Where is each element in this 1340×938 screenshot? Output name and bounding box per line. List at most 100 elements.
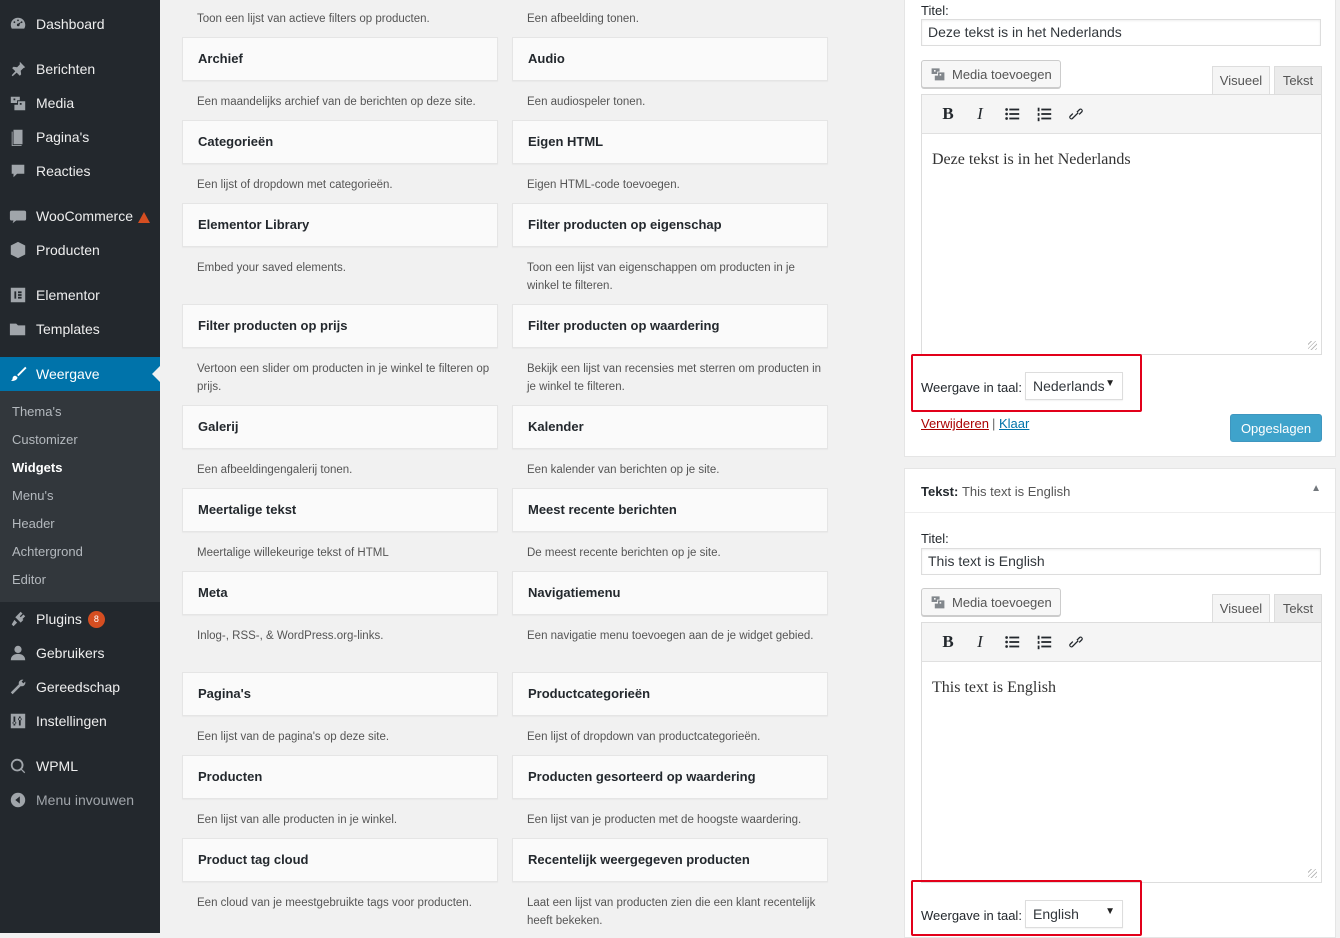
- bold-icon[interactable]: B: [932, 628, 964, 656]
- dashboard-icon: [8, 14, 28, 34]
- editor-content: Deze tekst is in het Nederlands: [932, 151, 1131, 168]
- widget-kalender[interactable]: Kalender: [512, 405, 828, 449]
- media-icon: [931, 68, 945, 81]
- link-icon[interactable]: [1060, 100, 1092, 128]
- comment-icon: [8, 161, 28, 181]
- widget-description: Een cloud van je meestgebruikte tags voo…: [197, 897, 472, 909]
- tab-text[interactable]: Tekst: [1274, 594, 1322, 622]
- menu-reacties[interactable]: Reacties: [0, 154, 160, 188]
- menu-producten[interactable]: Producten: [0, 233, 160, 267]
- resize-handle[interactable]: [1308, 869, 1317, 878]
- menu-label: Instellingen: [36, 713, 107, 729]
- menu-label: WPML: [36, 758, 78, 774]
- warning-icon: [138, 211, 150, 223]
- menu-label: Gereedschap: [36, 679, 121, 695]
- widget-paginas[interactable]: Pagina's: [182, 672, 498, 716]
- widget-filter-waardering[interactable]: Filter producten op waardering: [512, 304, 828, 348]
- widget-title: Filter producten op waardering: [528, 318, 720, 333]
- menu-berichten[interactable]: Berichten: [0, 52, 160, 86]
- submenu-header[interactable]: Header: [12, 516, 55, 531]
- widget-title: Product tag cloud: [198, 852, 309, 867]
- collapse-arrow-icon[interactable]: ▲: [1311, 483, 1321, 494]
- menu-wpml[interactable]: WPML: [0, 749, 160, 783]
- link-icon[interactable]: [1060, 628, 1092, 656]
- widget-archief[interactable]: Archief: [182, 37, 498, 81]
- italic-icon[interactable]: I: [964, 628, 996, 656]
- widget-categorieen[interactable]: Categorieën: [182, 120, 498, 164]
- numbered-list-icon[interactable]: [1028, 628, 1060, 656]
- widget-instance-title: This text is English: [961, 484, 1071, 499]
- add-media-button[interactable]: Media toevoegen: [921, 588, 1061, 616]
- widget-productcategorieen[interactable]: Productcategorieën: [512, 672, 828, 716]
- product-icon: [8, 240, 28, 260]
- submenu-widgets[interactable]: Widgets: [12, 460, 62, 475]
- menu-elementor[interactable]: Elementor: [0, 278, 160, 312]
- submenu-achtergrond[interactable]: Achtergrond: [12, 544, 83, 559]
- tab-visual[interactable]: Visueel: [1212, 594, 1270, 622]
- menu-label: Berichten: [36, 61, 96, 77]
- tab-visual[interactable]: Visueel: [1212, 66, 1270, 94]
- available-widgets: Toon een lijst van actieve filters op pr…: [160, 0, 900, 933]
- menu-dashboard[interactable]: Dashboard: [0, 7, 160, 41]
- submenu-editor[interactable]: Editor: [12, 572, 46, 587]
- widget-producten-waardering[interactable]: Producten gesorteerd op waardering: [512, 755, 828, 799]
- menu-gereedschap[interactable]: Gereedschap: [0, 670, 160, 704]
- visual-editor[interactable]: Deze tekst is in het Nederlands: [921, 134, 1322, 355]
- delete-link[interactable]: Verwijderen: [921, 416, 989, 431]
- done-link[interactable]: Klaar: [999, 416, 1029, 431]
- widget-description: De meest recente berichten op je site.: [527, 547, 721, 559]
- wpml-icon: [8, 756, 28, 776]
- widget-title: Producten: [198, 769, 263, 784]
- saved-button[interactable]: Opgeslagen: [1230, 414, 1322, 442]
- widget-recent-bekeken[interactable]: Recentelijk weergegeven producten: [512, 838, 828, 882]
- numbered-list-icon[interactable]: [1028, 100, 1060, 128]
- bullet-list-icon[interactable]: [996, 100, 1028, 128]
- page-icon: [8, 127, 28, 147]
- menu-media[interactable]: Media: [0, 86, 160, 120]
- widget-product-tag-cloud[interactable]: Product tag cloud: [182, 838, 498, 882]
- menu-paginas[interactable]: Pagina's: [0, 120, 160, 154]
- bold-icon[interactable]: B: [932, 100, 964, 128]
- admin-sidebar: Dashboard Berichten Media Pagina's React…: [0, 0, 160, 933]
- widget-meertalige-tekst[interactable]: Meertalige tekst: [182, 488, 498, 532]
- widget-producten[interactable]: Producten: [182, 755, 498, 799]
- widget-audio[interactable]: Audio: [512, 37, 828, 81]
- title-input[interactable]: Deze tekst is in het Nederlands: [921, 19, 1321, 46]
- visual-editor[interactable]: This text is English: [921, 662, 1322, 883]
- widget-description: Een lijst van je producten met de hoogst…: [527, 814, 802, 826]
- widget-eigen-html[interactable]: Eigen HTML: [512, 120, 828, 164]
- submenu-customizer[interactable]: Customizer: [12, 432, 78, 447]
- submenu-menus[interactable]: Menu's: [12, 488, 54, 503]
- menu-plugins[interactable]: Plugins 8: [0, 602, 160, 636]
- widget-recente-berichten[interactable]: Meest recente berichten: [512, 488, 828, 532]
- add-media-button[interactable]: Media toevoegen: [921, 60, 1061, 88]
- resize-handle[interactable]: [1308, 341, 1317, 350]
- widget-galerij[interactable]: Galerij: [182, 405, 498, 449]
- menu-label: Templates: [36, 321, 100, 337]
- menu-gebruikers[interactable]: Gebruikers: [0, 636, 160, 670]
- widget-filter-prijs[interactable]: Filter producten op prijs: [182, 304, 498, 348]
- widget-filter-eigenschap[interactable]: Filter producten op eigenschap: [512, 203, 828, 247]
- menu-label: Producten: [36, 242, 100, 258]
- widget-title: Recentelijk weergegeven producten: [528, 852, 750, 867]
- widget-title: Galerij: [198, 419, 239, 434]
- submenu-themas[interactable]: Thema's: [12, 404, 61, 419]
- menu-templates[interactable]: Templates: [0, 312, 160, 346]
- italic-icon[interactable]: I: [964, 100, 996, 128]
- menu-weergave[interactable]: Weergave: [0, 357, 160, 391]
- title-input[interactable]: This text is English: [921, 548, 1321, 575]
- widget-elementor-library[interactable]: Elementor Library: [182, 203, 498, 247]
- widget-description: Een afbeeldingengalerij tonen.: [197, 464, 353, 476]
- tab-text[interactable]: Tekst: [1274, 66, 1322, 94]
- widget-type: Tekst:: [921, 484, 959, 499]
- menu-collapse[interactable]: Menu invouwen: [0, 783, 160, 817]
- bullet-list-icon[interactable]: [996, 628, 1028, 656]
- widget-description: Toon een lijst van eigenschappen om prod…: [527, 262, 795, 292]
- menu-woocommerce[interactable]: WooCommerce: [0, 199, 160, 233]
- user-icon: [8, 643, 28, 663]
- menu-instellingen[interactable]: Instellingen: [0, 704, 160, 738]
- widget-description: Inlog-, RSS-, & WordPress.org-links.: [197, 630, 384, 642]
- widget-navigatiemenu[interactable]: Navigatiemenu: [512, 571, 828, 615]
- widget-header[interactable]: Tekst: This text is English ▲: [905, 469, 1335, 513]
- widget-meta[interactable]: Meta: [182, 571, 498, 615]
